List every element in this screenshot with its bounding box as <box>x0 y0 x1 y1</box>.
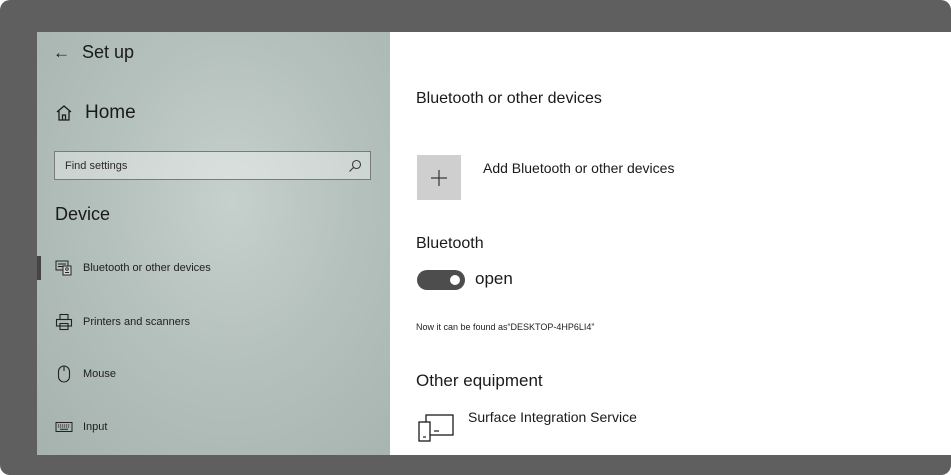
settings-window: ← Set up Home Find settings Device Bluet… <box>37 32 951 455</box>
sidebar-item-mouse[interactable]: Mouse <box>37 359 390 389</box>
bluetooth-toggle[interactable] <box>417 270 465 290</box>
bluetooth-toggle-label: open <box>475 269 513 288</box>
back-arrow-icon: ← <box>53 42 70 62</box>
other-equipment-heading: Other equipment <box>416 371 543 390</box>
search-icon <box>349 159 362 172</box>
add-device-label[interactable]: Add Bluetooth or other devices <box>483 160 674 176</box>
toggle-knob <box>450 275 460 285</box>
search-placeholder: Find settings <box>65 159 128 172</box>
sidebar-item-label: Printers and scanners <box>83 316 190 328</box>
bluetooth-device-icon <box>54 258 74 278</box>
home-link[interactable]: Home <box>55 102 136 124</box>
search-input[interactable]: Find settings <box>54 151 371 180</box>
mouse-icon <box>54 364 74 384</box>
window-frame: ← Set up Home Find settings Device Bluet… <box>0 0 951 475</box>
device-name[interactable]: Surface Integration Service <box>468 409 637 425</box>
main-content: Bluetooth or other devices Add Bluetooth… <box>390 32 951 455</box>
add-device-button[interactable] <box>417 155 461 200</box>
sidebar: ← Set up Home Find settings Device Bluet… <box>37 32 390 455</box>
sidebar-item-label: Mouse <box>83 368 117 380</box>
home-icon <box>56 105 72 121</box>
sidebar-item-printers[interactable]: Printers and scanners <box>37 307 390 337</box>
back-label: Set up <box>82 41 135 62</box>
keyboard-icon <box>54 417 74 437</box>
section-title: Device <box>55 204 111 224</box>
devices-heading: Bluetooth or other devices <box>416 90 602 107</box>
plus-icon <box>431 169 447 186</box>
discoverable-text: Now it can be found as“DESKTOP-4HP6LI4” <box>416 322 595 332</box>
device-icon <box>417 413 455 448</box>
home-label: Home <box>85 102 136 123</box>
back-button[interactable]: ← Set up <box>53 40 134 64</box>
printer-icon <box>54 312 74 332</box>
bluetooth-heading: Bluetooth <box>416 235 484 252</box>
sidebar-item-label: Bluetooth or other devices <box>83 262 211 274</box>
sidebar-item-label: Input <box>83 421 108 433</box>
sidebar-item-input[interactable]: Input <box>37 412 390 442</box>
sidebar-item-bluetooth[interactable]: Bluetooth or other devices <box>37 253 390 283</box>
